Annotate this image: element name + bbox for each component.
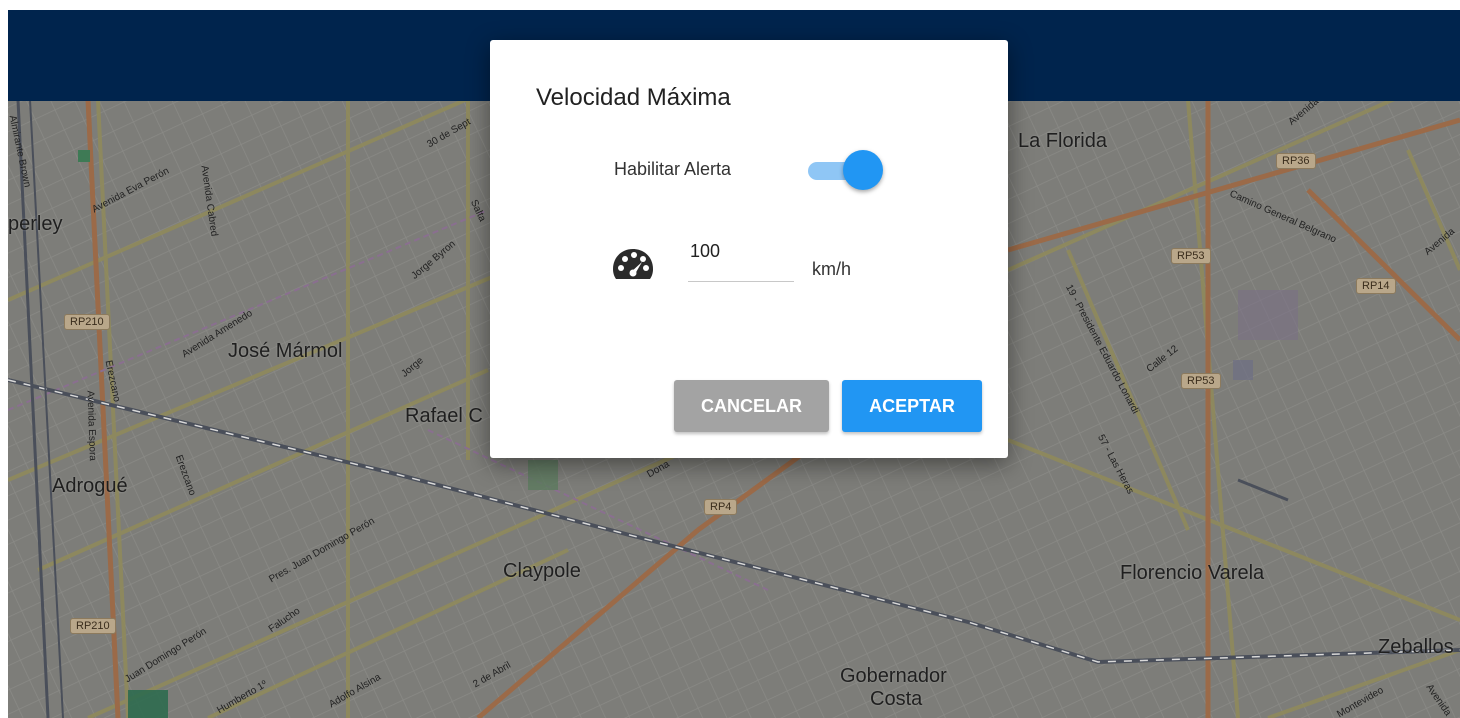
place-label: Rafael C [405, 405, 483, 427]
max-speed-dialog: Velocidad Máxima Habilitar Alerta km/h C… [490, 40, 1008, 458]
dialog-title: Velocidad Máxima [536, 84, 731, 111]
place-label: perley [8, 213, 63, 235]
route-shield: RP210 [70, 618, 116, 634]
place-label: Zeballos [1378, 636, 1454, 658]
place-label: Adrogué [52, 475, 128, 497]
place-label: Florencio Varela [1120, 562, 1265, 584]
max-speed-input[interactable] [688, 236, 794, 282]
place-label: José Mármol [228, 340, 343, 362]
route-shield: RP53 [1181, 373, 1221, 389]
route-shield: RP36 [1276, 153, 1316, 169]
route-shield: RP210 [64, 314, 110, 330]
place-label: Claypole [503, 560, 581, 582]
route-shield: RP4 [704, 499, 738, 515]
alert-toggle[interactable] [806, 150, 886, 190]
place-label: Gobernador [840, 665, 947, 687]
cancel-button[interactable]: CANCELAR [674, 380, 829, 432]
speed-unit-label: km/h [812, 259, 852, 279]
accept-button[interactable]: ACEPTAR [842, 380, 982, 432]
alert-toggle-label: Habilitar Alerta [614, 159, 732, 179]
route-shield: RP53 [1171, 248, 1211, 264]
speedometer-icon [613, 249, 653, 279]
toggle-thumb[interactable] [843, 150, 883, 190]
place-label: Costa [870, 688, 923, 710]
route-shield: RP14 [1356, 278, 1396, 294]
place-label: La Florida [1018, 130, 1107, 152]
